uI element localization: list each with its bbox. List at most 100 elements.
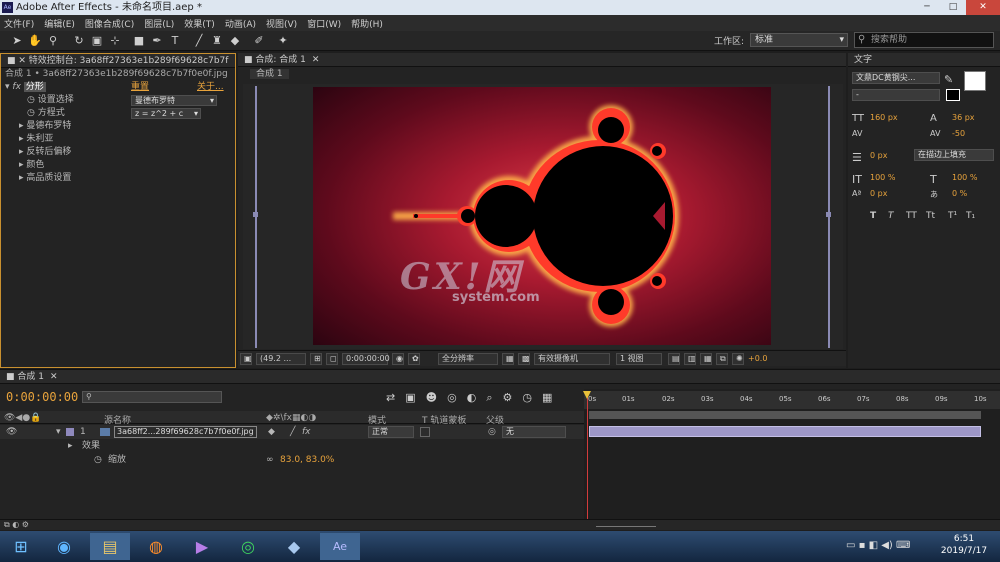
- stopwatch-icon[interactable]: ◷: [522, 391, 532, 405]
- effect-group-mandelbrot[interactable]: ▸ 曼德布罗特: [1, 120, 235, 133]
- tray-icons[interactable]: ▭ ▪ ◧ ◀) ⌨: [846, 540, 910, 551]
- blend-mode-dropdown[interactable]: 正常: [368, 426, 414, 438]
- always-preview-icon[interactable]: ▣: [240, 353, 252, 365]
- system-clock[interactable]: 6:51 2019/7/17: [930, 533, 998, 557]
- faux-bold-button[interactable]: T: [870, 211, 876, 221]
- work-area-bar[interactable]: [589, 411, 981, 419]
- snapshot-icon[interactable]: ◉: [392, 353, 404, 365]
- disclosure-triangle-icon[interactable]: ▸: [19, 147, 24, 157]
- comp-mini-flowchart-icon[interactable]: ⇄: [386, 391, 395, 405]
- motion-blur-icon[interactable]: ◐: [467, 391, 477, 405]
- clone-stamp-tool-icon[interactable]: ♜: [210, 34, 224, 48]
- all-caps-button[interactable]: TT: [906, 211, 917, 221]
- effect-group-high-quality[interactable]: ▸ 高品质设置: [1, 172, 235, 185]
- current-time-indicator-head[interactable]: [583, 391, 591, 399]
- menu-effect[interactable]: 效果(T): [184, 17, 215, 30]
- rotate-tool-icon[interactable]: ↻: [72, 34, 86, 48]
- timeline-graph-area[interactable]: [584, 389, 1000, 527]
- disclosure-triangle-icon[interactable]: ▸: [19, 121, 24, 131]
- maximize-button[interactable]: □: [940, 0, 966, 15]
- effect-group-julia[interactable]: ▸ 朱利亚: [1, 133, 235, 146]
- panel-menu-icon[interactable]: ■: [244, 55, 255, 65]
- camera-dropdown[interactable]: 有效摄像机: [534, 353, 610, 365]
- disclosure-triangle-icon[interactable]: ▸: [19, 134, 24, 144]
- timeline-icon[interactable]: ▦: [700, 353, 712, 365]
- horizontal-scale-value[interactable]: 100 %: [952, 173, 977, 182]
- safe-area-icon[interactable]: ⊞: [310, 353, 322, 365]
- scale-value[interactable]: 83.0, 83.0%: [280, 453, 334, 467]
- disclosure-triangle-icon[interactable]: ▸: [19, 173, 24, 183]
- minimize-button[interactable]: ─: [914, 0, 940, 15]
- brainstorm-icon[interactable]: ⚙: [502, 391, 512, 405]
- fx-switch-icon[interactable]: fx: [302, 425, 311, 439]
- stroke-width-value[interactable]: 0 px: [870, 151, 887, 160]
- tsume-value[interactable]: 0 %: [952, 189, 967, 198]
- track-matte-box[interactable]: [420, 427, 430, 437]
- menu-composition[interactable]: 图像合成(C): [85, 17, 134, 30]
- small-caps-button[interactable]: Tt: [926, 211, 935, 221]
- exposure-value[interactable]: +0.0: [748, 354, 767, 363]
- close-button[interactable]: ✕: [966, 0, 1000, 15]
- hide-shy-layers-icon[interactable]: ☻: [426, 391, 437, 405]
- timeline-search-input[interactable]: ⚲: [82, 391, 222, 403]
- workspace-select[interactable]: 标准 ▾: [750, 33, 848, 47]
- render-icon[interactable]: ▦: [542, 391, 552, 405]
- comp-subtab[interactable]: 合成 1: [250, 69, 289, 79]
- stopwatch-icon[interactable]: ◷: [94, 453, 102, 467]
- menu-edit[interactable]: 编辑(E): [44, 17, 75, 30]
- menu-help[interactable]: 帮助(H): [351, 17, 383, 30]
- text-tool-icon[interactable]: T: [168, 34, 182, 48]
- layer-row[interactable]: 👁 ▾ 1 3a68ff2...289f69628c7b7f0e0f.jpg ◆…: [0, 425, 584, 439]
- layer-handle-left[interactable]: [253, 212, 258, 217]
- eyedropper-icon[interactable]: ✎: [944, 73, 953, 86]
- constrain-proportions-icon[interactable]: ∞: [266, 453, 274, 467]
- media-player-icon[interactable]: ◉: [44, 533, 84, 560]
- toggle-pixel-aspect-icon[interactable]: ▤: [668, 353, 680, 365]
- graph-editor-icon[interactable]: ⌕: [486, 391, 492, 405]
- menu-animation[interactable]: 动画(A): [225, 17, 256, 30]
- search-help-input[interactable]: ⚲ 搜索帮助: [854, 32, 994, 48]
- current-time-display[interactable]: 0:00:00:00: [342, 353, 390, 365]
- time-ruler[interactable]: 0s 01s 02s 03s 04s 05s 06s 07s 08s 09s 1…: [584, 391, 1000, 409]
- stroke-color-swatch[interactable]: [946, 89, 960, 101]
- layer-handle-right[interactable]: [826, 212, 831, 217]
- label-color-swatch[interactable]: [66, 428, 74, 436]
- timeline-tab[interactable]: ■ 合成 1 ✕: [0, 370, 1000, 384]
- rectangle-tool-icon[interactable]: ■: [132, 34, 146, 48]
- eraser-tool-icon[interactable]: ◆: [228, 34, 242, 48]
- exposure-reset-icon[interactable]: ✺: [732, 353, 744, 365]
- faux-italic-button[interactable]: T: [888, 211, 894, 221]
- equation-dropdown[interactable]: z = z^2 + c ▾: [131, 108, 201, 119]
- fill-color-swatch[interactable]: [964, 71, 986, 91]
- baseline-shift-value[interactable]: 0 px: [870, 189, 887, 198]
- roto-brush-tool-icon[interactable]: ✐: [252, 34, 266, 48]
- font-size-value[interactable]: 160 px: [870, 113, 898, 122]
- draft-3d-icon[interactable]: ▣: [405, 391, 415, 405]
- comp-flowchart-icon[interactable]: ⧉: [716, 353, 728, 365]
- zoom-dropdown[interactable]: (49.2 ...: [256, 353, 306, 365]
- current-time-indicator[interactable]: [587, 395, 588, 527]
- disclosure-triangle-icon[interactable]: ▸: [68, 439, 73, 453]
- visibility-eye-icon[interactable]: 👁: [6, 425, 17, 439]
- stroke-mode-dropdown[interactable]: 在描边上填充: [914, 149, 994, 161]
- puppet-pin-tool-icon[interactable]: ✦: [276, 34, 290, 48]
- set-selection-dropdown[interactable]: 曼德布罗特 ▾: [131, 95, 217, 106]
- menu-layer[interactable]: 图层(L): [144, 17, 174, 30]
- video-editor-icon[interactable]: ▶: [182, 533, 222, 560]
- panel-menu-icon[interactable]: ■: [6, 372, 17, 382]
- quality-switch-icon[interactable]: ╱: [290, 425, 295, 439]
- superscript-button[interactable]: T¹: [948, 211, 957, 221]
- close-icon[interactable]: ✕: [312, 55, 320, 65]
- pickwhip-icon[interactable]: ◎: [488, 425, 496, 439]
- after-effects-taskbar-icon[interactable]: Ae: [320, 533, 360, 560]
- selection-tool-icon[interactable]: ➤: [10, 34, 24, 48]
- hand-tool-icon[interactable]: ✋: [28, 34, 42, 48]
- fractal-render[interactable]: [313, 87, 771, 345]
- effect-name[interactable]: 分形: [23, 82, 46, 92]
- font-style-dropdown[interactable]: -: [852, 89, 940, 101]
- disclosure-triangle-icon[interactable]: ▾: [56, 425, 61, 439]
- frame-blending-icon[interactable]: ◎: [447, 391, 457, 405]
- subscript-button[interactable]: T₁: [966, 211, 975, 221]
- start-button-icon[interactable]: ⊞: [4, 533, 38, 560]
- parent-dropdown[interactable]: 无: [502, 426, 566, 438]
